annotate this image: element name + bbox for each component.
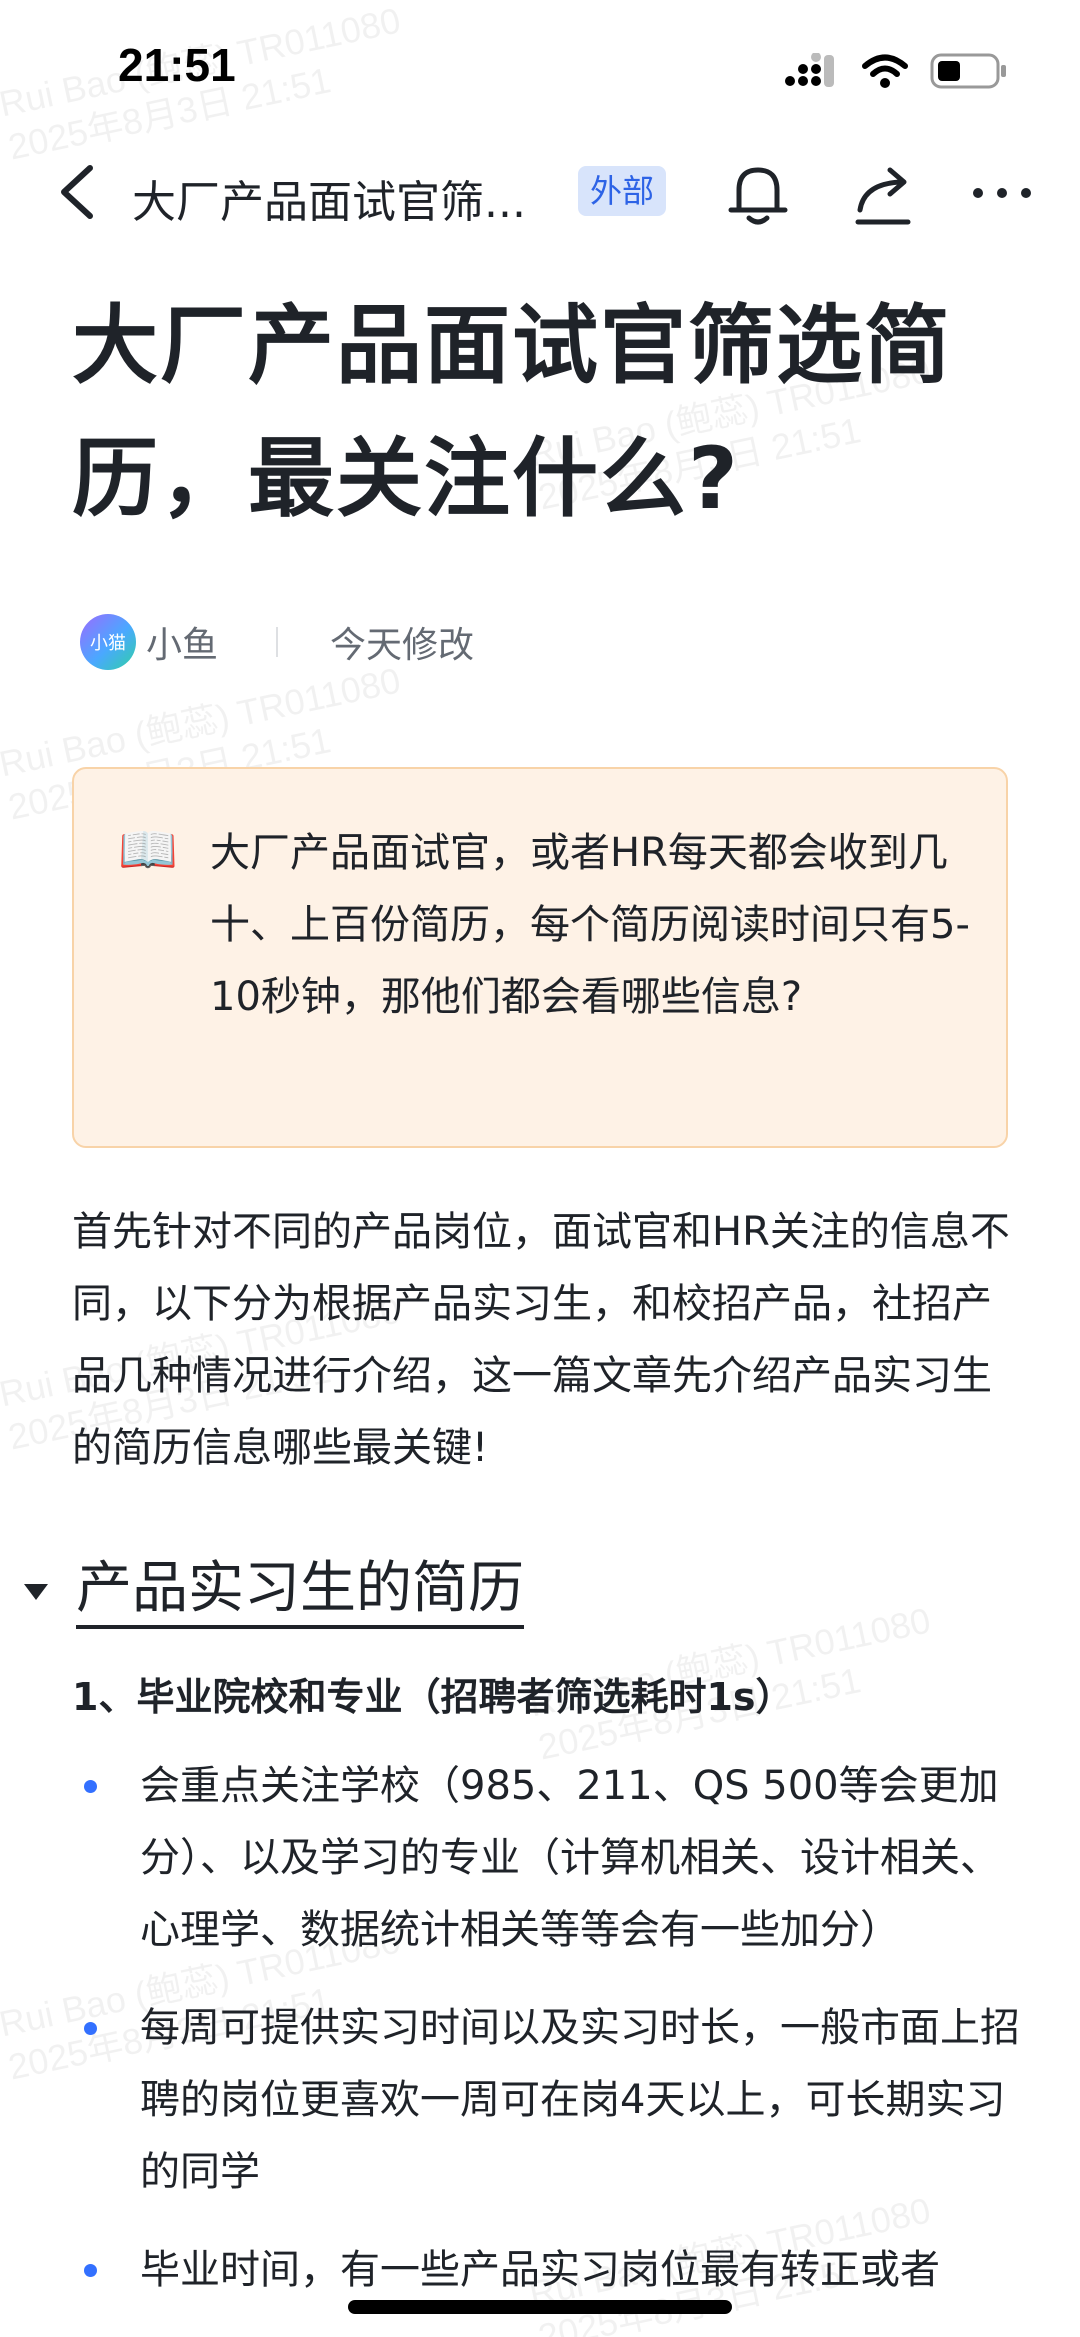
list-item: 每周可提供实习时间以及实习时长，一般市面上招聘的岗位更喜欢一周可在岗4天以上，可… [72, 1992, 1022, 2208]
section-heading-row: 产品实习生的简历 [20, 1552, 524, 1632]
home-indicator[interactable] [348, 2300, 732, 2314]
callout-text: 大厂产品面试官，或者HR每天都会收到几十、上百份简历，每个简历阅读时间只有5-1… [210, 830, 970, 1020]
divider [276, 627, 279, 657]
author-row: 小猫 小鱼 今天修改 [80, 612, 474, 672]
list-item: 毕业时间，有一些产品实习岗位最有转正或者 [72, 2234, 1022, 2306]
book-icon: 📖 [118, 822, 178, 878]
intro-paragraph: 首先针对不同的产品岗位，面试官和HR关注的信息不同，以下分为根据产品实习生，和校… [72, 1209, 1010, 1471]
cellular-signal-icon [785, 53, 834, 87]
bullet-dot [84, 2022, 97, 2035]
wifi-icon [862, 54, 908, 88]
status-bar: 21:51 [0, 0, 1080, 140]
back-arrow-icon[interactable] [52, 162, 112, 222]
bell-icon[interactable] [727, 162, 789, 228]
status-icons [784, 52, 1008, 90]
callout-block: 📖 大厂产品面试官，或者HR每天都会收到几十、上百份简历，每个简历阅读时间只有5… [72, 767, 1008, 1148]
bullet-dot [84, 1780, 97, 1793]
avatar[interactable]: 小猫 [80, 614, 136, 670]
share-icon[interactable] [850, 162, 916, 228]
list-item-text: 毕业时间，有一些产品实习岗位最有转正或者 [140, 2247, 940, 2293]
author-name[interactable]: 小鱼 [146, 616, 218, 668]
top-nav-bar: 大厂产品面试官筛... 外部 [0, 140, 1080, 250]
subheading: 1、毕业院校和专业（招聘者筛选耗时1s） [72, 1675, 794, 1719]
document-page: Rui Bao (鲍蕊) TR011080 2025年8月3日 21:51 Ru… [0, 0, 1080, 2337]
bullet-list: 会重点关注学校（985、211、QS 500等会更加分）、以及学习的专业（计算机… [72, 1750, 1022, 2332]
modified-time: 今天修改 [330, 625, 475, 666]
bullet-dot [84, 2264, 97, 2277]
list-item: 会重点关注学校（985、211、QS 500等会更加分）、以及学习的专业（计算机… [72, 1750, 1022, 1966]
external-badge: 外部 [578, 166, 667, 216]
status-time: 21:51 [118, 39, 236, 91]
list-item-text: 会重点关注学校（985、211、QS 500等会更加分）、以及学习的专业（计算机… [140, 1763, 1000, 1953]
list-item-text: 每周可提供实习时间以及实习时长，一般市面上招聘的岗位更喜欢一周可在岗4天以上，可… [140, 2005, 1020, 2195]
caret-down-icon[interactable] [20, 1576, 52, 1608]
battery-icon [930, 53, 1006, 89]
more-options-icon[interactable] [970, 178, 1034, 208]
document-title: 大厂产品面试官筛选简历，最关注什么? [72, 296, 952, 529]
nav-title: 大厂产品面试官筛... [132, 177, 526, 228]
section-heading: 产品实习生的简历 [76, 1555, 524, 1629]
